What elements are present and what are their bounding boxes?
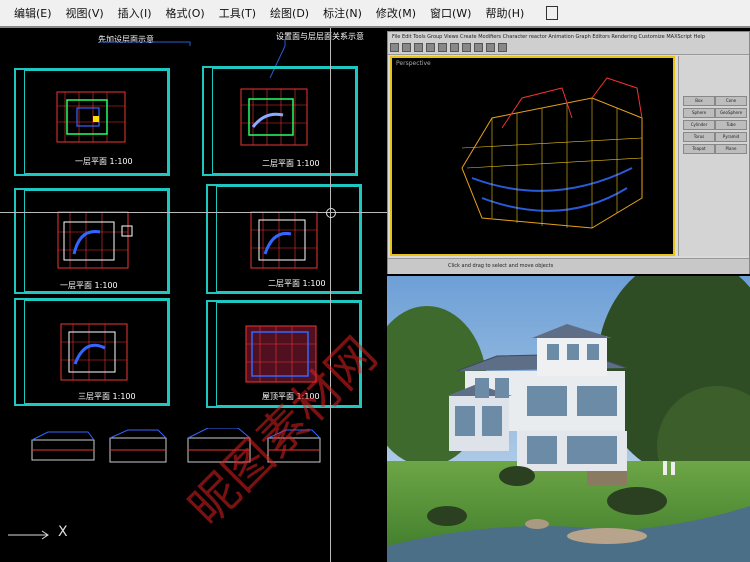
cmd-torus-button[interactable]: Torus <box>683 132 715 142</box>
scale-icon[interactable] <box>462 43 471 52</box>
floor-plan-4 <box>250 211 318 269</box>
cmd-sphere-button[interactable]: Sphere <box>683 108 715 118</box>
floor-plan-1 <box>56 91 126 143</box>
cad-drawing-canvas[interactable]: 先加设层面示意 设置面与层层面关系示意 一层平面 1:100 二层平面 1:10… <box>0 28 750 562</box>
cmd-cone-button[interactable]: Cone <box>715 96 747 106</box>
sheet-title-1: 一层平面 1:100 <box>75 157 133 166</box>
cmd-box-button[interactable]: Box <box>683 96 715 106</box>
sheet-title-3: 一层平面 1:100 <box>60 281 118 290</box>
align-icon[interactable] <box>486 43 495 52</box>
crosshair-cursor <box>326 208 336 218</box>
max-toolbar: File Edit Tools Group Views Create Modif… <box>388 32 749 55</box>
menu-tools[interactable]: 工具(T) <box>219 5 256 21</box>
mirror-icon[interactable] <box>474 43 483 52</box>
cmd-plane-button[interactable]: Plane <box>715 144 747 154</box>
render-icon[interactable] <box>498 43 507 52</box>
redo-icon[interactable] <box>402 43 411 52</box>
cmd-teapot-button[interactable]: Teapot <box>683 144 715 154</box>
floor-plan-3 <box>57 211 133 269</box>
rendered-villa-image <box>387 276 750 562</box>
menu-window[interactable]: 窗口(W) <box>430 5 471 21</box>
undo-icon[interactable] <box>390 43 399 52</box>
cmd-geosphere-button[interactable]: GeoSphere <box>715 108 747 118</box>
wireframe-model <box>461 77 643 229</box>
sheet-title-4: 二层平面 1:100 <box>268 279 326 288</box>
ucs-axis-icon <box>8 530 49 540</box>
select-icon[interactable] <box>426 43 435 52</box>
crosshair-vertical <box>330 28 331 562</box>
rotate-icon[interactable] <box>450 43 459 52</box>
floor-plan-2 <box>240 88 308 146</box>
menu-help[interactable]: 帮助(H) <box>485 5 524 21</box>
menu-modify[interactable]: 修改(M) <box>376 5 416 21</box>
viewport-label: Perspective <box>396 60 431 67</box>
sheet-title-2: 二层平面 1:100 <box>262 159 320 168</box>
cmd-cylinder-button[interactable]: Cylinder <box>683 120 715 130</box>
sheet-title-5: 三层平面 1:100 <box>78 392 136 401</box>
max-status-bar: Click and drag to select and move object… <box>388 258 749 274</box>
status-text: Click and drag to select and move object… <box>448 263 554 269</box>
menu-insert[interactable]: 插入(I) <box>118 5 152 21</box>
cmd-pyramid-button[interactable]: Pyramid <box>715 132 747 142</box>
villa-scene <box>387 276 750 562</box>
menu-draw[interactable]: 绘图(D) <box>270 5 309 21</box>
menu-bar: 编辑(E) 视图(V) 插入(I) 格式(O) 工具(T) 绘图(D) 标注(N… <box>0 0 750 28</box>
max-menu-bar[interactable]: File Edit Tools Group Views Create Modif… <box>392 34 705 40</box>
menu-dimension[interactable]: 标注(N) <box>323 5 362 21</box>
window-control-icon[interactable] <box>546 6 559 20</box>
menu-format[interactable]: 格式(O) <box>165 5 204 21</box>
move-icon[interactable] <box>438 43 447 52</box>
cmd-tube-button[interactable]: Tube <box>715 120 747 130</box>
command-panel[interactable]: Box Cone Sphere GeoSphere Cylinder Tube … <box>678 56 749 256</box>
menu-edit[interactable]: 编辑(E) <box>14 5 52 21</box>
max-toolbar-icons <box>390 43 507 52</box>
ucs-x-label: X <box>58 524 68 540</box>
menu-view[interactable]: 视图(V) <box>66 5 104 21</box>
perspective-viewport[interactable]: Perspective <box>390 56 675 256</box>
link-icon[interactable] <box>414 43 423 52</box>
max-window[interactable]: File Edit Tools Group Views Create Modif… <box>387 31 750 274</box>
floor-plan-5 <box>60 323 128 381</box>
